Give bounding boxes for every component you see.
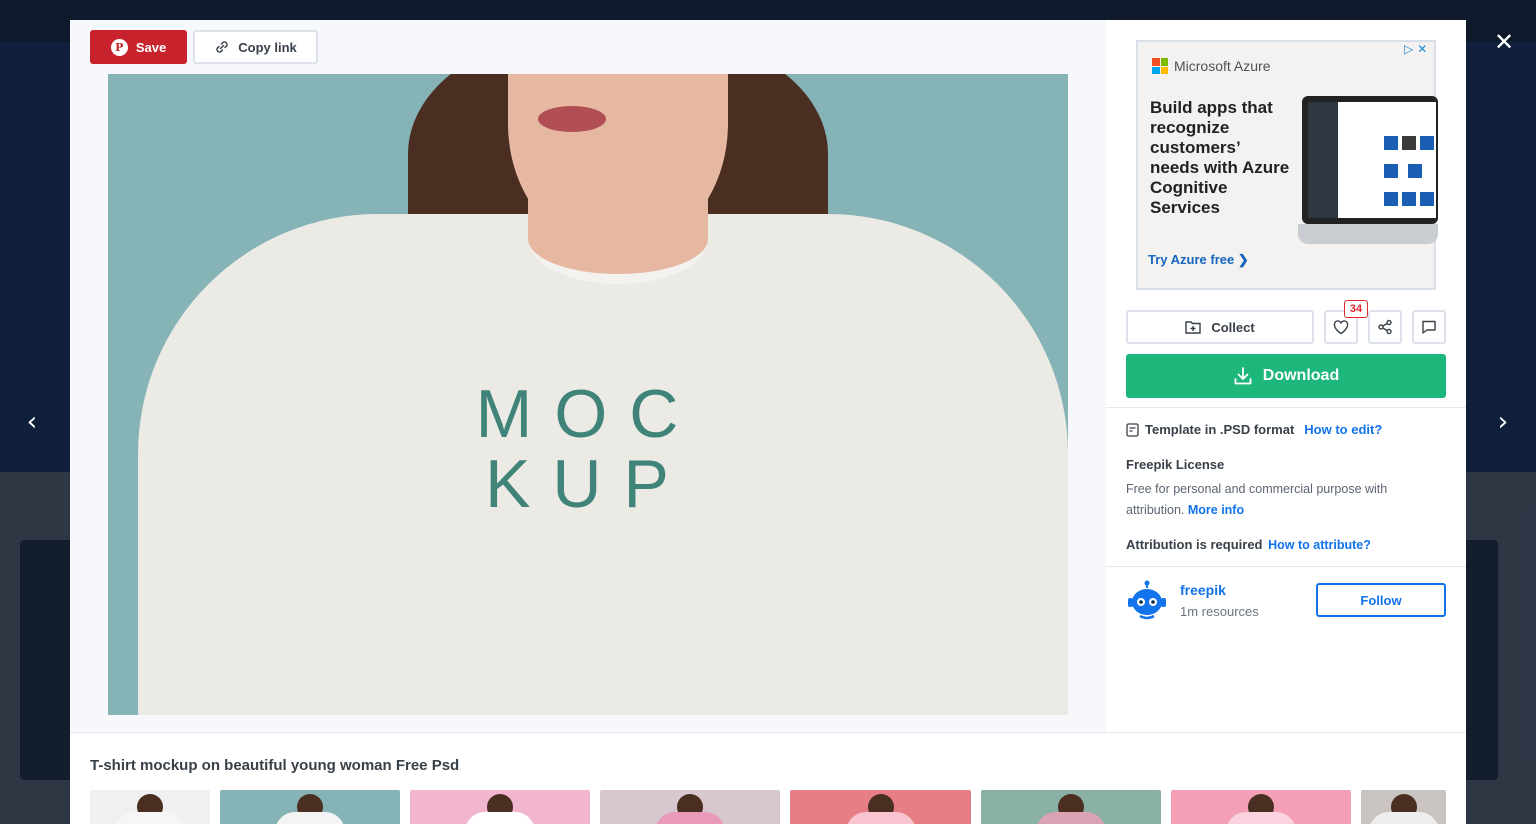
ad-brand-name: Microsoft Azure xyxy=(1174,58,1271,74)
related-thumbnail[interactable] xyxy=(1171,790,1351,824)
thumbnail-model-shirt xyxy=(846,812,916,824)
freepik-robot-logo-icon xyxy=(1128,580,1166,620)
download-button[interactable]: Download xyxy=(1126,354,1446,398)
link-icon xyxy=(216,41,228,53)
thumbnail-model-shirt xyxy=(275,812,345,824)
related-thumbnail[interactable] xyxy=(90,790,210,824)
license-title: Freepik License xyxy=(1126,457,1225,472)
microsoft-logo-icon xyxy=(1152,58,1168,74)
related-thumbnail[interactable] xyxy=(220,790,400,824)
close-icon[interactable]: ✕ xyxy=(1490,28,1518,56)
ad-close-icon[interactable]: ✕ xyxy=(1417,42,1427,56)
share-button[interactable] xyxy=(1368,310,1402,344)
preview-pane: P Save Copy link MOC KUP xyxy=(70,20,1106,732)
pinterest-icon: P xyxy=(110,38,128,56)
save-button-label: Save xyxy=(135,39,167,55)
download-icon xyxy=(1234,367,1252,385)
heart-icon xyxy=(1333,319,1349,334)
how-to-edit-link[interactable]: How to edit? xyxy=(1304,422,1382,437)
share-icon xyxy=(1378,319,1392,335)
preview-neckline xyxy=(528,194,708,284)
file-format-row: Template in .PSD format How to edit? xyxy=(1126,422,1382,437)
resource-title: T-shirt mockup on beautiful young woman … xyxy=(90,757,460,774)
folder-plus-icon xyxy=(1185,321,1202,334)
thumbnail-model-shirt xyxy=(1036,812,1106,824)
license-description-block: Free for personal and commercial purpose… xyxy=(1126,479,1426,521)
preview-image: MOC KUP xyxy=(108,74,1068,715)
thumbnail-model-shirt xyxy=(655,812,725,824)
author-name[interactable]: freepik xyxy=(1180,582,1226,598)
thumbnail-model-shirt xyxy=(1369,812,1439,824)
related-thumbnail[interactable] xyxy=(790,790,971,824)
related-thumbnails xyxy=(90,790,1446,824)
mockup-line-1: MOC xyxy=(475,376,701,452)
file-icon xyxy=(1126,422,1139,437)
advertisement[interactable]: Microsoft Azure ▷ ✕ Build apps that reco… xyxy=(1136,40,1438,290)
follow-button[interactable]: Follow xyxy=(1316,583,1446,617)
thumbnail-model-shirt xyxy=(465,812,535,824)
thumbnail-model-shirt xyxy=(1226,812,1296,824)
save-button[interactable]: P Save xyxy=(90,30,187,64)
divider xyxy=(70,732,1466,733)
mockup-print: MOC KUP xyxy=(108,380,1068,518)
related-thumbnail[interactable] xyxy=(981,790,1161,824)
attribution-row: Attribution is required How to attribute… xyxy=(1126,537,1371,552)
related-thumbnail[interactable] xyxy=(1361,790,1446,824)
laptop-illustration xyxy=(1298,96,1438,246)
collect-button[interactable]: Collect xyxy=(1126,310,1314,344)
copy-link-label: Copy link xyxy=(238,39,297,55)
ad-brand: Microsoft Azure xyxy=(1152,58,1270,74)
comment-button[interactable] xyxy=(1412,310,1446,344)
comment-icon xyxy=(1422,320,1436,334)
chevron-left-icon[interactable]: ‹ xyxy=(17,406,47,438)
resource-actions: Collect 34 xyxy=(1126,300,1446,344)
collect-label: Collect xyxy=(1211,319,1255,335)
share-actions: P Save Copy link xyxy=(90,30,318,64)
file-format-text: Template in .PSD format xyxy=(1145,422,1295,437)
related-thumbnail[interactable] xyxy=(410,790,590,824)
mockup-line-2: KUP xyxy=(485,446,691,522)
chevron-right-icon[interactable]: › xyxy=(1488,406,1518,438)
divider xyxy=(1106,566,1466,567)
attribution-text: Attribution is required xyxy=(1126,537,1263,552)
like-count-badge: 34 xyxy=(1344,300,1368,318)
resource-modal: P Save Copy link MOC KUP Microsoft Azure xyxy=(70,20,1466,824)
download-label: Download xyxy=(1262,367,1340,384)
thumbnail-model-shirt xyxy=(115,812,185,824)
preview-lips xyxy=(538,106,606,132)
license-description: Free for personal and commercial purpose… xyxy=(1126,482,1388,517)
more-info-link[interactable]: More info xyxy=(1188,503,1244,517)
copy-link-button[interactable]: Copy link xyxy=(193,30,318,64)
ad-headline: Build apps that recognize customers’ nee… xyxy=(1150,98,1290,217)
adchoices-icon[interactable]: ▷ xyxy=(1404,42,1413,56)
author-resources: 1m resources xyxy=(1180,604,1259,619)
ad-controls: ▷ ✕ xyxy=(1404,42,1427,56)
divider xyxy=(1106,407,1466,408)
how-to-attribute-link[interactable]: How to attribute? xyxy=(1268,538,1371,552)
related-thumbnail[interactable] xyxy=(600,790,780,824)
ad-cta-link[interactable]: Try Azure free ❯ xyxy=(1148,252,1249,268)
avatar[interactable] xyxy=(1126,580,1168,622)
